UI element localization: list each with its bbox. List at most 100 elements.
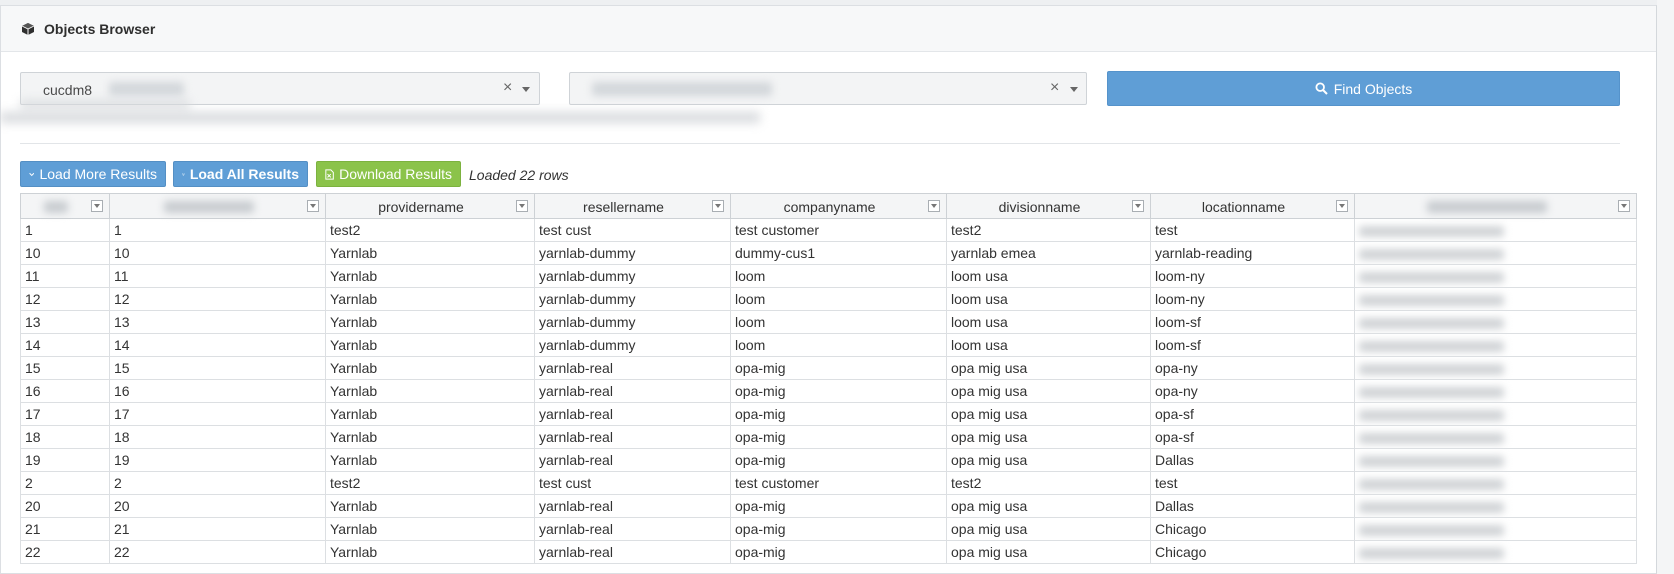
column-header-providername[interactable]: providername <box>325 193 535 219</box>
column-filter-icon[interactable] <box>1336 200 1348 212</box>
server-select-clear-icon[interactable]: × <box>503 79 512 97</box>
table-cell: Yarnlab <box>325 287 535 311</box>
table-cell: opa mig usa <box>946 356 1151 380</box>
column-header-locationname[interactable]: locationname <box>1150 193 1355 219</box>
table-cell: yarnlab-dummy <box>534 310 731 334</box>
redacted-value <box>1359 547 1504 559</box>
panel-header: Objects Browser <box>1 6 1656 52</box>
column-filter-icon[interactable] <box>712 200 724 212</box>
object-type-select-clear-icon[interactable]: × <box>1050 79 1059 97</box>
table-cell-redacted <box>1354 356 1637 380</box>
excel-file-icon <box>325 168 334 180</box>
table-row[interactable]: 18 18 Yarnlab yarnlab-real opa-mig opa mig us… <box>20 425 1637 449</box>
load-more-results-button[interactable]: Load More Results <box>20 161 166 187</box>
table-row[interactable]: 17 17 Yarnlab yarnlab-real opa-mig opa mig us… <box>20 402 1637 426</box>
column-header-id[interactable] <box>20 193 110 219</box>
panel-title: Objects Browser <box>44 21 156 37</box>
redacted-value <box>1359 409 1504 421</box>
table-cell: Yarnlab <box>325 494 535 518</box>
download-results-button[interactable]: Download Results <box>316 161 461 187</box>
table-cell: yarnlab-dummy <box>534 287 731 311</box>
table-cell: loom <box>730 333 947 357</box>
column-header-resellername[interactable]: resellername <box>534 193 731 219</box>
table-cell: opa-mig <box>730 540 947 564</box>
find-objects-label: Find Objects <box>1333 80 1413 97</box>
server-select-chevron-down-icon[interactable] <box>522 87 530 92</box>
column-header-divisionname[interactable]: divisionname <box>946 193 1151 219</box>
table-cell: 19 <box>109 448 326 472</box>
server-select-value-redacted <box>109 82 184 96</box>
table-cell: Yarnlab <box>325 356 535 380</box>
table-cell: opa-ny <box>1150 379 1355 403</box>
column-filter-icon[interactable] <box>516 200 528 212</box>
table-cell: 1 <box>109 218 326 242</box>
table-cell: 17 <box>20 402 110 426</box>
column-filter-icon[interactable] <box>307 200 319 212</box>
table-row[interactable]: 15 15 Yarnlab yarnlab-real opa-mig opa mig us… <box>20 356 1637 380</box>
column-filter-icon[interactable] <box>1618 200 1630 212</box>
column-filter-icon[interactable] <box>1132 200 1144 212</box>
table-cell: Yarnlab <box>325 310 535 334</box>
load-all-results-button[interactable]: Load All Results <box>173 161 308 187</box>
table-cell: opa-mig <box>730 517 947 541</box>
table-cell: loom-ny <box>1150 264 1355 288</box>
table-cell: 15 <box>109 356 326 380</box>
table-cell: 11 <box>109 264 326 288</box>
search-icon <box>1315 82 1328 95</box>
object-type-select[interactable]: × <box>569 72 1087 105</box>
column-header-label: providername <box>378 198 464 215</box>
redacted-value <box>1359 317 1504 329</box>
table-cell: 10 <box>20 241 110 265</box>
table-cell-redacted <box>1354 379 1637 403</box>
table-cell: opa mig usa <box>946 494 1151 518</box>
table-row[interactable]: 11 11 Yarnlab yarnlab-dummy loom loom usa loom… <box>20 264 1637 288</box>
table-row[interactable]: 22 22 Yarnlab yarnlab-real opa-mig opa mig us… <box>20 540 1637 564</box>
find-objects-button[interactable]: Find Objects <box>1107 71 1620 106</box>
table-cell: opa mig usa <box>946 448 1151 472</box>
table-row[interactable]: 20 20 Yarnlab yarnlab-real opa-mig opa mig us… <box>20 494 1637 518</box>
table-cell: opa-mig <box>730 448 947 472</box>
table-row[interactable]: 2 2 test2 test cust test customer test2 test <box>20 471 1637 495</box>
table-cell-redacted <box>1354 264 1637 288</box>
object-type-select-chevron-down-icon[interactable] <box>1070 87 1078 92</box>
table-cell: opa mig usa <box>946 402 1151 426</box>
table-row[interactable]: 14 14 Yarnlab yarnlab-dummy loom loom usa loom… <box>20 333 1637 357</box>
table-row[interactable]: 16 16 Yarnlab yarnlab-real opa-mig opa mig us… <box>20 379 1637 403</box>
column-filter-icon[interactable] <box>91 200 103 212</box>
table-cell: yarnlab-real <box>534 540 731 564</box>
table-cell: opa-mig <box>730 425 947 449</box>
table-row[interactable]: 19 19 Yarnlab yarnlab-real opa-mig opa mig us… <box>20 448 1637 472</box>
table-cell: yarnlab-real <box>534 356 731 380</box>
table-cell: Dallas <box>1150 448 1355 472</box>
redacted-value <box>1359 248 1504 260</box>
table-cell: test cust <box>534 218 731 242</box>
column-header-8[interactable] <box>1354 193 1637 219</box>
cube-icon <box>21 23 35 35</box>
table-cell: 18 <box>20 425 110 449</box>
table-cell-redacted <box>1354 402 1637 426</box>
table-row[interactable]: 12 12 Yarnlab yarnlab-dummy loom loom usa loom… <box>20 287 1637 311</box>
download-results-label: Download Results <box>339 166 452 182</box>
server-select-value: cucdm8 <box>43 82 93 98</box>
table-header-row: providername resellername companyname di… <box>20 193 1637 219</box>
table-cell: Yarnlab <box>325 517 535 541</box>
table-row[interactable]: 10 10 Yarnlab yarnlab-dummy dummy-cus1 yarnla… <box>20 241 1637 265</box>
scrollbar-gutter[interactable] <box>1657 0 1674 574</box>
column-header-2[interactable] <box>109 193 326 219</box>
redacted-value <box>1359 432 1504 444</box>
table-row[interactable]: 13 13 Yarnlab yarnlab-dummy loom loom usa loom… <box>20 310 1637 334</box>
table-cell: loom usa <box>946 333 1151 357</box>
table-cell: test customer <box>730 218 947 242</box>
table-cell: yarnlab-real <box>534 494 731 518</box>
table-cell: Chicago <box>1150 540 1355 564</box>
table-cell: test2 <box>325 218 535 242</box>
table-row[interactable]: 21 21 Yarnlab yarnlab-real opa-mig opa mig us… <box>20 517 1637 541</box>
table-cell: loom <box>730 264 947 288</box>
table-row[interactable]: 1 1 test2 test cust test customer test2 test <box>20 218 1637 242</box>
double-chevron-down-icon <box>182 172 185 176</box>
table-cell-redacted <box>1354 287 1637 311</box>
column-header-companyname[interactable]: companyname <box>730 193 947 219</box>
loaded-rows-status: Loaded 22 rows <box>469 167 569 183</box>
table-cell: Yarnlab <box>325 425 535 449</box>
column-filter-icon[interactable] <box>928 200 940 212</box>
